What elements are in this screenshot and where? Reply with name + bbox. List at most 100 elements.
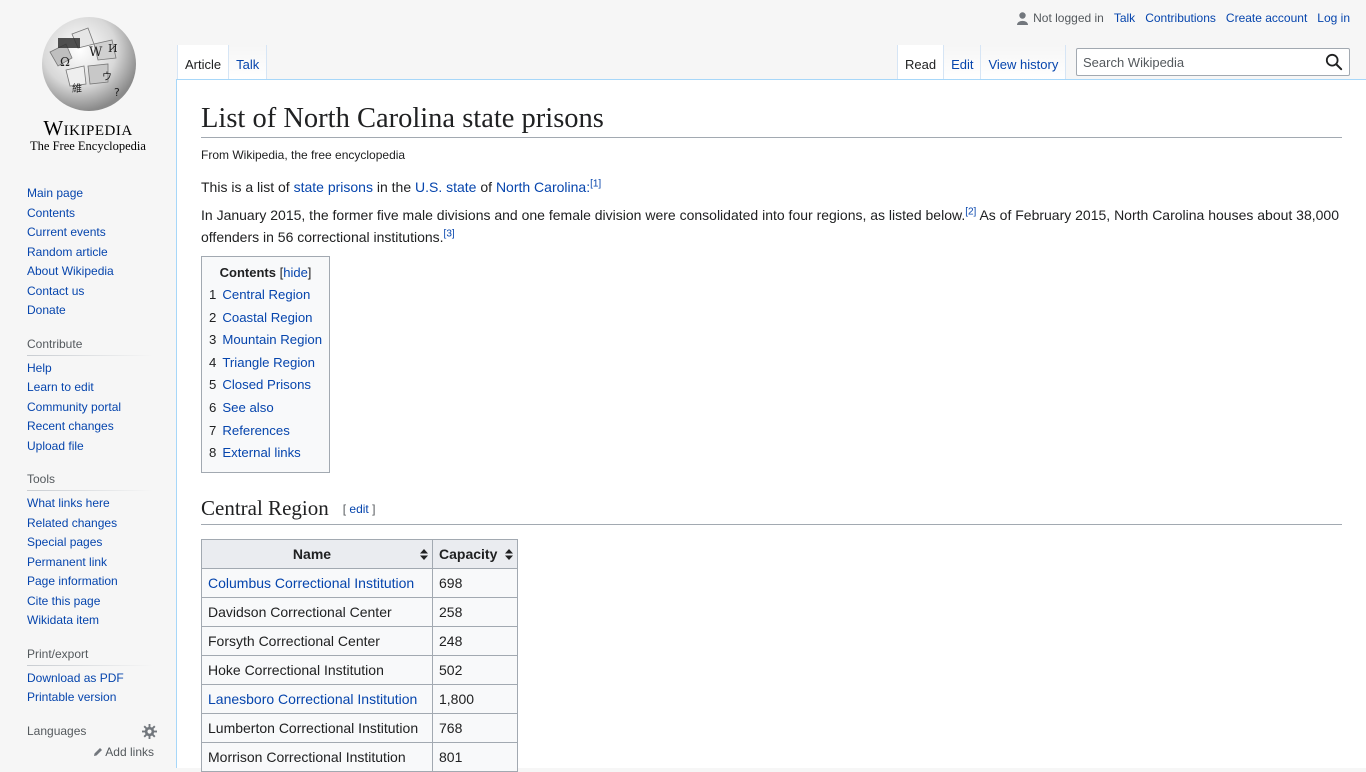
create-account-link[interactable]: Create account bbox=[1226, 11, 1307, 25]
table-row: Hoke Correctional Institution 502 bbox=[201, 655, 519, 686]
sidebar-item-what-links-here[interactable]: What links here bbox=[27, 496, 110, 510]
personal-tools: Not logged in Talk Contributions Create … bbox=[1017, 11, 1350, 25]
column-header-name[interactable]: Name bbox=[201, 539, 433, 570]
not-logged-in-text: Not logged in bbox=[1033, 11, 1104, 25]
central-region-table: Name Capacity Columbus Correctional Inst… bbox=[201, 539, 519, 772]
capacity-cell: 768 bbox=[431, 713, 519, 744]
contributions-link[interactable]: Contributions bbox=[1145, 11, 1216, 25]
capacity-cell: 248 bbox=[431, 626, 519, 657]
sidebar-item-help[interactable]: Help bbox=[27, 361, 52, 375]
tab-read[interactable]: Read bbox=[898, 45, 945, 80]
add-links[interactable]: Add links bbox=[27, 745, 154, 759]
toc-title: Contents [hide] bbox=[219, 265, 312, 281]
sidebar-item-donate[interactable]: Donate bbox=[27, 303, 66, 317]
prison-name-cell: Davidson Correctional Center bbox=[201, 597, 433, 628]
svg-text:W: W bbox=[89, 45, 103, 60]
svg-text:維: 維 bbox=[72, 82, 82, 95]
sidebar-item-recent-changes[interactable]: Recent changes bbox=[27, 419, 114, 433]
sidebar-item-random-article[interactable]: Random article bbox=[27, 245, 108, 259]
sidebar-item-contact-us[interactable]: Contact us bbox=[27, 284, 84, 298]
talk-link[interactable]: Talk bbox=[1114, 11, 1135, 25]
sidebar: Main page Contents Current events Random… bbox=[0, 180, 176, 759]
sidebar-item-wikidata-item[interactable]: Wikidata item bbox=[27, 613, 99, 627]
sidebar-item-about-wikipedia[interactable]: About Wikipedia bbox=[27, 264, 114, 278]
page-title: List of North Carolina state prisons bbox=[201, 100, 1342, 139]
site-sub: From Wikipedia, the free encyclopedia bbox=[201, 148, 406, 163]
capacity-cell: 502 bbox=[431, 655, 519, 686]
search-box bbox=[1076, 48, 1350, 76]
prison-link-lanesboro[interactable]: Lanesboro Correctional Institution bbox=[208, 691, 417, 707]
sidebar-item-printable-version[interactable]: Printable version bbox=[27, 690, 116, 704]
sidebar-item-current-events[interactable]: Current events bbox=[27, 225, 106, 239]
ref-1[interactable]: [1] bbox=[590, 178, 601, 189]
table-row: Morrison Correctional Institution 801 bbox=[201, 742, 519, 772]
prison-name-cell: Lumberton Correctional Institution bbox=[201, 713, 433, 744]
tab-edit[interactable]: Edit bbox=[944, 45, 982, 80]
tab-view-history[interactable]: View history bbox=[981, 45, 1067, 80]
capacity-cell: 258 bbox=[431, 597, 519, 628]
sidebar-item-cite-this-page[interactable]: Cite this page bbox=[27, 594, 100, 608]
prison-name-cell: Morrison Correctional Institution bbox=[201, 742, 433, 772]
tab-talk[interactable]: Talk bbox=[229, 45, 268, 80]
sidebar-item-learn-to-edit[interactable]: Learn to edit bbox=[27, 380, 94, 394]
toc-item-external-links[interactable]: 8 External links bbox=[209, 442, 322, 465]
sort-icon[interactable] bbox=[420, 549, 428, 561]
table-row: Davidson Correctional Center 258 bbox=[201, 597, 519, 628]
sidebar-item-related-changes[interactable]: Related changes bbox=[27, 516, 117, 530]
sidebar-item-page-information[interactable]: Page information bbox=[27, 574, 118, 588]
sidebar-item-contents[interactable]: Contents bbox=[27, 206, 75, 220]
sidebar-item-permanent-link[interactable]: Permanent link bbox=[27, 555, 107, 569]
print-portal: Print/export Download as PDF Printable v… bbox=[27, 646, 152, 708]
sort-icon[interactable] bbox=[505, 549, 514, 561]
search-input[interactable] bbox=[1077, 49, 1319, 75]
section-edit-link[interactable]: edit bbox=[349, 502, 368, 516]
svg-text:И: И bbox=[108, 42, 118, 55]
svg-text:?: ? bbox=[114, 86, 120, 99]
toc-item-triangle-region[interactable]: 4 Triangle Region bbox=[209, 352, 322, 375]
contribute-heading: Contribute bbox=[27, 336, 152, 356]
languages-portal: Languages Add links bbox=[27, 723, 157, 759]
sidebar-item-special-pages[interactable]: Special pages bbox=[27, 535, 102, 549]
link-state-prisons[interactable]: state prisons bbox=[294, 179, 373, 195]
link-us-state[interactable]: U.S. state bbox=[415, 179, 476, 195]
search-icon[interactable] bbox=[1325, 53, 1343, 71]
sidebar-item-main-page[interactable]: Main page bbox=[27, 186, 83, 200]
intro-paragraph: This is a list of state prisons in the U… bbox=[201, 178, 602, 196]
wikipedia-globe-icon: W Ω И 維 ウ ? bbox=[42, 17, 136, 111]
gear-icon[interactable] bbox=[142, 723, 157, 739]
sidebar-item-community-portal[interactable]: Community portal bbox=[27, 400, 121, 414]
tab-article[interactable]: Article bbox=[178, 45, 230, 80]
namespace-tabs: Article Talk bbox=[177, 45, 268, 80]
prison-name-cell: Forsyth Correctional Center bbox=[201, 626, 433, 657]
toc-item-references[interactable]: 7 References bbox=[209, 420, 322, 443]
wordmark: Wikipedia bbox=[43, 116, 133, 140]
table-row: Lanesboro Correctional Institution 1,800 bbox=[201, 684, 519, 715]
table-of-contents: Contents [hide] 1 Central Region 2 Coastal… bbox=[201, 256, 331, 473]
toc-item-central-region[interactable]: 1 Central Region bbox=[209, 284, 322, 307]
table-row: Lumberton Correctional Institution 768 bbox=[201, 713, 519, 744]
column-header-capacity[interactable]: Capacity bbox=[431, 539, 519, 570]
languages-heading: Languages bbox=[27, 723, 87, 738]
toc-hide-toggle[interactable]: hide bbox=[283, 265, 308, 280]
wikipedia-logo[interactable]: W Ω И 維 ウ ? Wikipedia The Free Encyclope… bbox=[0, 0, 176, 160]
toc-item-coastal-region[interactable]: 2 Coastal Region bbox=[209, 307, 322, 330]
toc-item-closed-prisons[interactable]: 5 Closed Prisons bbox=[209, 374, 322, 397]
ref-3[interactable]: [3] bbox=[444, 228, 455, 239]
link-north-carolina[interactable]: North Carolina bbox=[496, 179, 586, 195]
contribute-portal: Contribute Help Learn to edit Community … bbox=[27, 336, 152, 457]
prison-link-columbus[interactable]: Columbus Correctional Institution bbox=[208, 575, 414, 591]
table-row: Columbus Correctional Institution 698 bbox=[201, 568, 519, 599]
pencil-icon bbox=[93, 747, 102, 756]
sidebar-item-upload-file[interactable]: Upload file bbox=[27, 439, 84, 453]
log-in-link[interactable]: Log in bbox=[1317, 11, 1350, 25]
ref-2[interactable]: [2] bbox=[965, 206, 976, 217]
sidebar-item-download-pdf[interactable]: Download as PDF bbox=[27, 671, 124, 685]
svg-text:Ω: Ω bbox=[60, 55, 70, 69]
user-icon bbox=[1017, 11, 1029, 25]
toc-item-see-also[interactable]: 6 See also bbox=[209, 397, 322, 420]
prison-name-cell: Hoke Correctional Institution bbox=[201, 655, 433, 686]
consolidation-paragraph: In January 2015, the former five male di… bbox=[201, 206, 1340, 246]
toc-item-mountain-region[interactable]: 3 Mountain Region bbox=[209, 329, 322, 352]
svg-text:ウ: ウ bbox=[102, 71, 112, 83]
view-tabs: Read Edit View history bbox=[897, 45, 1067, 80]
